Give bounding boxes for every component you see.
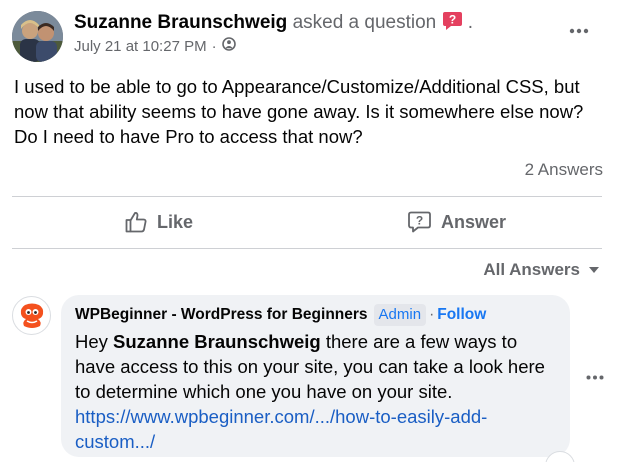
svg-text:?: ? <box>416 214 423 228</box>
more-horizontal-icon <box>586 375 604 379</box>
answer-button[interactable]: ? Answer <box>407 204 506 240</box>
divider-bottom <box>12 248 602 249</box>
caret-down-icon <box>589 267 599 273</box>
post-timestamp[interactable]: July 21 at 10:27 PM <box>74 37 207 57</box>
meta-separator: · <box>211 38 217 55</box>
answers-count[interactable]: 2 Answers <box>525 158 603 182</box>
page-avatar[interactable] <box>12 296 51 335</box>
author-avatar[interactable] <box>12 11 63 62</box>
reply-more-options-button[interactable] <box>584 369 606 385</box>
answers-filter-label: All Answers <box>483 260 580 279</box>
divider-top <box>12 196 602 197</box>
reply-text: Hey Suzanne Braunschweig there are a few… <box>75 329 556 454</box>
question-bubble-icon: ? <box>442 11 463 31</box>
post-body: I used to be able to go to Appearance/Cu… <box>14 76 584 147</box>
more-horizontal-icon <box>569 28 589 34</box>
reply-header: WPBeginner - WordPress for Beginners Adm… <box>75 304 556 326</box>
reply-mention[interactable]: Suzanne Braunschweig <box>113 331 321 352</box>
question-speech-icon: ? <box>408 211 431 233</box>
thumbs-up-icon <box>125 212 147 233</box>
author-name[interactable]: Suzanne Braunschweig <box>74 12 287 33</box>
reply-text-prefix: Hey <box>75 331 114 352</box>
wpbeginner-logo-icon <box>20 303 43 328</box>
post-meta: July 21 at 10:27 PM · <box>74 37 236 57</box>
post-more-options-button[interactable] <box>564 21 594 41</box>
follow-link[interactable]: Follow <box>437 304 486 326</box>
reply-bubble: WPBeginner - WordPress for Beginners Adm… <box>61 295 570 457</box>
reply-separator: · <box>429 306 435 323</box>
members-globe-icon <box>221 37 236 57</box>
answers-filter-dropdown[interactable]: All Answers <box>483 260 600 280</box>
reply-author-name[interactable]: WPBeginner - WordPress for Beginners <box>75 304 368 326</box>
reply-link[interactable]: https://www.wpbeginner.com/.../how-to-ea… <box>75 406 487 452</box>
admin-badge: Admin <box>373 304 427 326</box>
like-label: Like <box>157 211 194 232</box>
answer-label: Answer <box>441 211 507 232</box>
trailing-dot: . <box>467 12 474 33</box>
like-button[interactable]: Like <box>124 204 193 240</box>
svg-text:?: ? <box>448 13 455 27</box>
post-action-text: asked a question <box>292 12 437 33</box>
post-header-line: Suzanne Braunschweig asked a question ? … <box>74 11 473 35</box>
